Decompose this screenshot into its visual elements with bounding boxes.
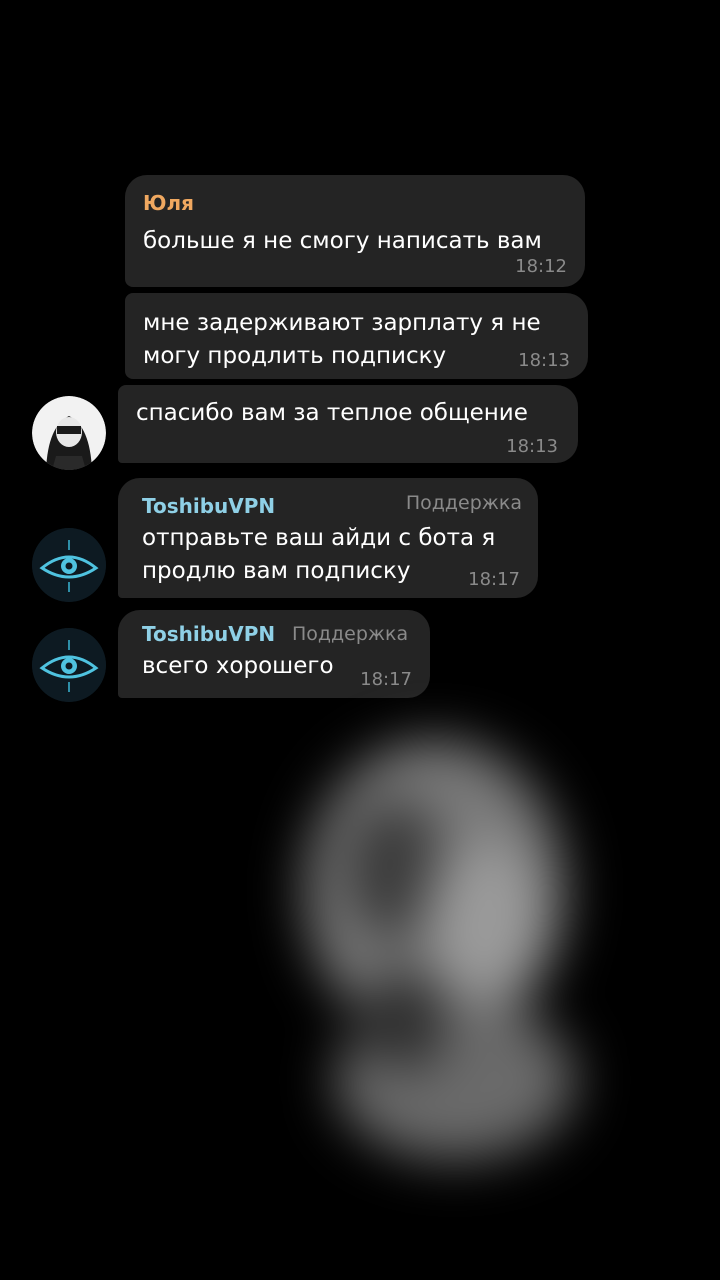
message-time: 18:17 — [468, 569, 520, 590]
message-bubble[interactable]: спасибо вам за теплое общение 18:13 — [118, 385, 578, 463]
blurred-face-overlay — [275, 720, 595, 1180]
message-time: 18:12 — [515, 256, 567, 277]
message-bubble[interactable]: мне задерживают зарплату я не могу продл… — [125, 293, 588, 379]
eye-emblem-icon — [32, 528, 106, 602]
message-time: 18:17 — [360, 669, 412, 690]
message-time: 18:13 — [506, 436, 558, 457]
message-text: отправьте ваш айди с бота я продлю вам п… — [142, 525, 496, 584]
bot-avatar[interactable] — [32, 528, 106, 602]
bot-avatar[interactable] — [32, 628, 106, 702]
message-bubble[interactable]: Юля больше я не смогу написать вам 18:12 — [125, 175, 585, 287]
eye-emblem-icon — [32, 628, 106, 702]
message-time: 18:13 — [518, 350, 570, 371]
sender-name: ToshibuVPN — [142, 622, 276, 646]
message-bubble[interactable]: ToshibuVPN Поддержка всего хорошего 18:1… — [118, 610, 430, 698]
sender-role: Поддержка — [292, 623, 409, 645]
sender-name: Юля — [143, 191, 194, 215]
message-bubble[interactable]: ToshibuVPN Поддержка отправьте ваш айди … — [118, 478, 538, 598]
anime-girl-avatar-icon — [32, 396, 106, 470]
user-avatar[interactable] — [32, 396, 106, 470]
message-text: больше я не смогу написать вам — [143, 228, 542, 254]
chat-view: Юля больше я не смогу написать вам 18:12… — [0, 0, 720, 1280]
message-text: спасибо вам за теплое общение — [136, 400, 528, 426]
sender-role: Поддержка — [405, 492, 522, 514]
message-text: мне задерживают зарплату я не могу продл… — [143, 310, 541, 369]
